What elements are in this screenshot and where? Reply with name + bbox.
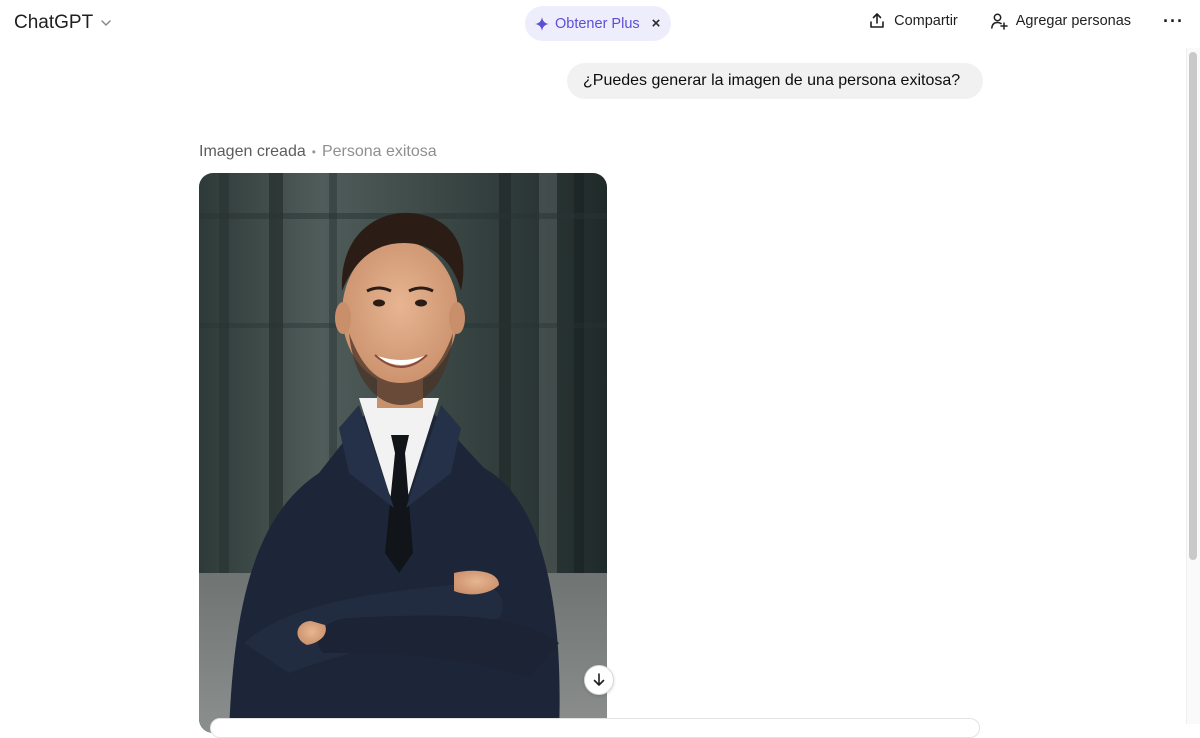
share-label: Compartir xyxy=(894,13,958,29)
top-bar: ChatGPT Obtener Plus × Compartir Agregar… xyxy=(0,0,1200,48)
scrollbar-thumb[interactable] xyxy=(1189,52,1197,560)
share-icon xyxy=(870,13,884,28)
model-switcher[interactable]: ChatGPT xyxy=(14,12,113,34)
image-caption: Imagen creada • Persona exitosa xyxy=(199,143,437,161)
download-icon xyxy=(593,673,605,686)
share-button[interactable]: Compartir xyxy=(868,12,958,30)
add-person-icon xyxy=(990,13,1008,30)
generated-image[interactable] xyxy=(199,173,607,733)
businessman-portrait xyxy=(199,173,607,733)
add-people-label: Agregar personas xyxy=(1015,13,1132,29)
model-name: ChatGPT xyxy=(14,12,94,33)
user-message: ¿Puedes generar la imagen de una persona… xyxy=(567,63,983,99)
composer-input[interactable] xyxy=(210,718,980,738)
sparkle-icon xyxy=(535,16,549,31)
close-plus-icon[interactable]: × xyxy=(652,16,661,31)
download-image-button[interactable] xyxy=(584,665,614,695)
add-people-button[interactable]: Agregar personas xyxy=(990,12,1131,30)
get-plus-button[interactable]: Obtener Plus × xyxy=(525,6,671,41)
more-icon[interactable]: ··· xyxy=(1163,12,1184,30)
chevron-down-icon xyxy=(101,20,111,26)
image-caption-title: Imagen creada xyxy=(199,143,306,160)
image-caption-subject: Persona exitosa xyxy=(321,143,437,160)
get-plus-label: Obtener Plus xyxy=(555,15,640,32)
caption-separator: • xyxy=(311,145,316,159)
top-actions: Compartir Agregar personas ··· xyxy=(868,12,1184,30)
